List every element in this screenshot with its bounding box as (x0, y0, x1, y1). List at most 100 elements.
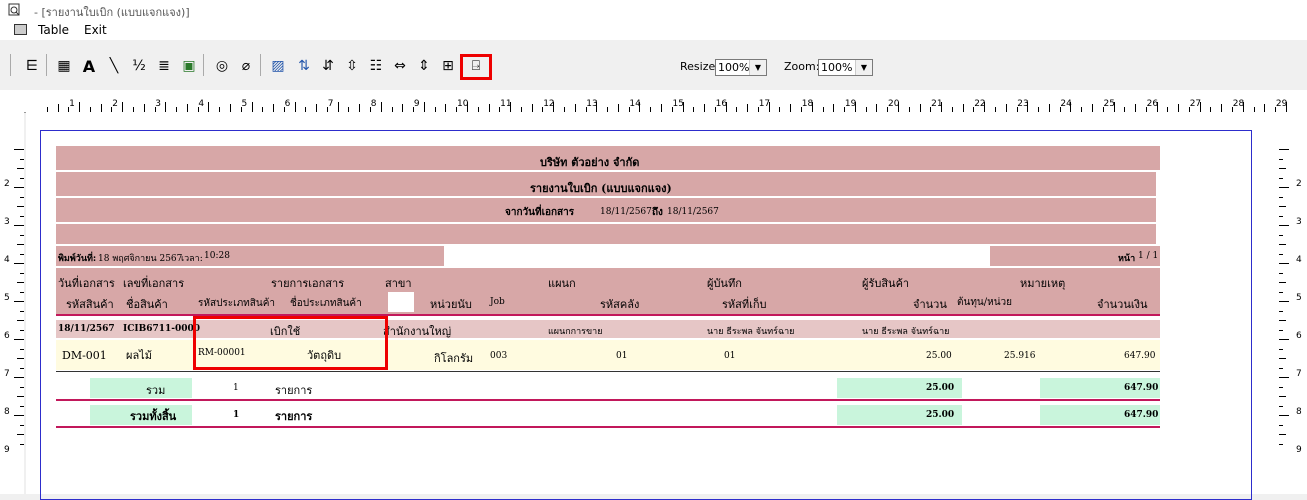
toolbar: ⋿ ▦ A ╲ ½ ≣ ▣ ◎ ⌀ ▨ ⇅ ⇵ ⇳ ☷ ⇔ ⇕ ⊞ ⍈ Resi… (0, 40, 1307, 90)
toolbar-separator (46, 54, 47, 76)
ruler-tick (1135, 104, 1137, 112)
ruler-tick (14, 415, 24, 416)
picture-icon[interactable]: ▣ (179, 56, 199, 76)
ruler-tick (143, 104, 145, 112)
ruler-tick (1279, 415, 1289, 416)
doc-receiver: นาย ธีระพล จันทร์ฉาย (862, 327, 950, 337)
exit-highlight-box (460, 54, 492, 80)
title-bar: - [รายงานใบเบิก (แบบแจกแจง)] (0, 0, 1307, 20)
print-preview-icon (8, 3, 20, 16)
ruler-tick (20, 329, 24, 331)
eraser-icon[interactable]: ⌀ (236, 56, 256, 76)
ruler-tick (14, 149, 24, 150)
ruler-tick (1279, 367, 1283, 369)
formula-icon[interactable]: ≣ (154, 56, 174, 76)
resize-select[interactable]: 100% ▼ (715, 59, 767, 76)
ruler-tick (208, 102, 210, 112)
detail-qty: 25.00 (926, 351, 952, 361)
ruler-number: 29 (1275, 99, 1288, 109)
ruler-tick (790, 104, 792, 112)
page-value: 1 / 1 (1138, 251, 1159, 261)
ruler-tick (57, 104, 59, 112)
ruler-tick (1279, 177, 1283, 179)
ruler-tick (445, 104, 447, 112)
sum-divider (56, 399, 1160, 401)
ruler-number: 6 (1296, 331, 1302, 341)
ruler-number: 5 (1296, 293, 1302, 303)
sort-icon[interactable]: ⇅ (294, 56, 314, 76)
ruler-tick (1279, 282, 1286, 283)
stamp-icon[interactable]: ◎ (212, 56, 232, 76)
ruler-tick (1279, 196, 1283, 198)
sum-count: 1 (233, 383, 239, 393)
ruler-number: 21 (931, 99, 943, 109)
ruler-tick (423, 102, 425, 112)
print-label: พิมพ์วันที่: (58, 254, 97, 264)
chart-icon[interactable]: ▨ (268, 56, 288, 76)
ruler-tick (1279, 358, 1286, 359)
ruler-tick (1279, 263, 1289, 264)
col-doc-date: วันที่เอกสาร (58, 277, 115, 290)
ruler-tick (1091, 104, 1093, 112)
menu-table[interactable]: Table (38, 23, 69, 37)
doc-dept: แผนกการขาย (548, 327, 603, 337)
text-icon[interactable]: A (79, 56, 99, 76)
fit-height-icon[interactable]: ⇕ (414, 56, 434, 76)
fields-icon[interactable]: ☷ (366, 56, 386, 76)
ruler-number: 8 (370, 99, 377, 109)
ruler-number: 1 (69, 99, 75, 109)
ruler-tick (20, 443, 24, 445)
detail-warehouse: 01 (616, 351, 628, 361)
ruler-tick (1279, 386, 1283, 388)
col-qty: จำนวน (913, 298, 947, 311)
ruler-tick (1279, 320, 1286, 321)
ruler-tick (1279, 396, 1286, 397)
time-label: เวลา: (181, 254, 203, 264)
ruler-number: 2 (112, 99, 118, 109)
ruler-number: 14 (629, 99, 641, 109)
percent-icon[interactable]: ½ (129, 56, 149, 76)
ruler-tick (1279, 434, 1286, 435)
ruler-number: 7 (4, 369, 10, 379)
sum-amount: 647.90 (1124, 383, 1159, 393)
vertical-ruler-right: 2 3 4 5 6 7 8 9 (1278, 112, 1307, 494)
ruler-number: 28 (1232, 99, 1245, 109)
zoom-value: 100% (821, 61, 853, 74)
ruler-tick (122, 102, 124, 112)
resize-label: Resize: (680, 60, 719, 73)
chevron-down-icon[interactable]: ▼ (749, 60, 766, 75)
col-recorder: ผู้บันทึก (707, 277, 742, 290)
window-title: - [รายงานใบเบิก (แบบแจกแจง)] (34, 6, 190, 19)
ruler-tick (1279, 424, 1283, 426)
ruler-tick (1005, 104, 1007, 112)
ruler-number: 13 (586, 99, 598, 109)
group-icon[interactable]: ⋿ (22, 56, 42, 76)
ruler-tick (17, 434, 24, 435)
chevron-down-icon[interactable]: ▼ (855, 60, 872, 75)
sort2-icon[interactable]: ⇵ (318, 56, 338, 76)
ruler-tick (1279, 329, 1283, 331)
fit-page-icon[interactable]: ⊞ (438, 56, 458, 76)
ruler-tick (1178, 104, 1180, 112)
line-icon[interactable]: ╲ (104, 56, 124, 76)
fit-width-icon[interactable]: ⇔ (390, 56, 410, 76)
ruler-tick (488, 104, 490, 112)
ruler-tick (337, 102, 339, 112)
zoom-select[interactable]: 100% ▼ (818, 59, 873, 76)
header-gap (388, 292, 414, 312)
ruler-tick (17, 206, 24, 207)
ruler-number: 25 (1103, 99, 1115, 109)
menu-exit[interactable]: Exit (84, 23, 107, 37)
detail-amount: 647.90 (1124, 351, 1156, 361)
sort3-icon[interactable]: ⇳ (342, 56, 362, 76)
doc-branch: สำนักงานใหญ่ (383, 325, 452, 338)
ruler-tick (962, 104, 964, 112)
sum-label: รวม (146, 384, 166, 397)
ruler-tick (20, 177, 24, 179)
total-divider (56, 426, 1160, 428)
ruler-tick (20, 196, 24, 198)
report-title: รายงานใบเบิก (แบบแจกแจง) (530, 182, 672, 195)
ruler-tick (20, 405, 24, 407)
table-icon[interactable]: ▦ (54, 56, 74, 76)
ruler-tick (876, 104, 878, 112)
